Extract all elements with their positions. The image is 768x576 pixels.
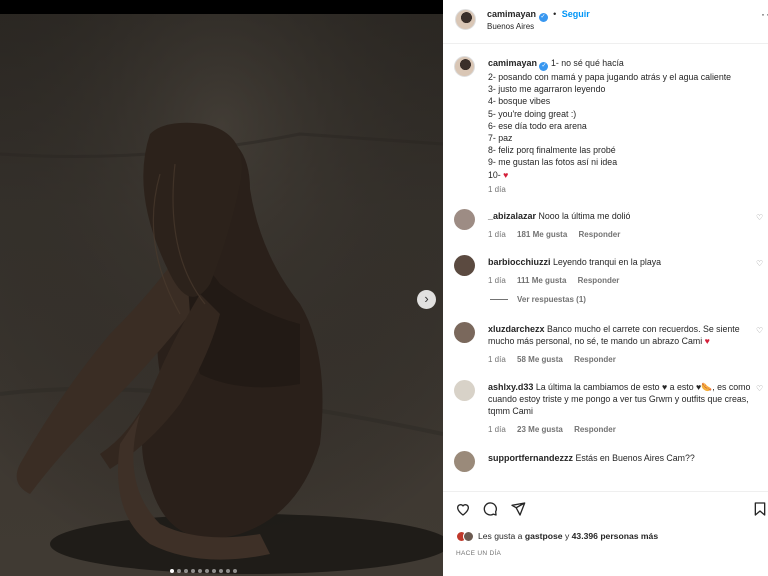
carousel-dot xyxy=(205,569,209,573)
post-photo xyxy=(0,14,443,576)
caption-line: 2- posando con mamá y papa jugando atrás… xyxy=(488,72,732,82)
avatar[interactable] xyxy=(454,209,475,230)
comment-text: Estás en Buenos Aires Cam?? xyxy=(575,453,695,463)
caption-line: 6- ese día todo era arena xyxy=(488,120,587,131)
post-details-panel: camimayan ✓ • Seguir Buenos Aires ··· ca… xyxy=(443,0,768,576)
comment-time[interactable]: 1 día xyxy=(488,230,506,239)
comment-text: Leyendo tranqui en la playa xyxy=(552,257,662,267)
post-timestamp[interactable]: HACE UN DÍA xyxy=(456,550,501,557)
comments-section: camimayan ✓ 1- no sé qué hacía 2- posand… xyxy=(443,44,768,491)
heart-emoji: ♥ xyxy=(503,169,509,180)
carousel-indicator xyxy=(170,569,237,573)
follow-button[interactable]: Seguir xyxy=(562,9,590,19)
reply-button[interactable]: Responder xyxy=(579,230,621,239)
comment-time[interactable]: 1 día xyxy=(488,425,506,434)
comment-username[interactable]: supportfernandezzz xyxy=(488,453,573,463)
carousel-dot xyxy=(226,569,230,573)
caption-line: 8- feliz porq finalmente las probé xyxy=(488,145,616,156)
caption: camimayan ✓ 1- no sé qué hacía 2- posand… xyxy=(488,57,731,196)
caption-line: 9- me gustan las fotos así ni idea xyxy=(488,157,618,168)
liker-avatar xyxy=(463,531,474,542)
post-media: › xyxy=(0,0,443,576)
like-icon[interactable] xyxy=(455,501,471,517)
like-comment-icon[interactable]: ♡ xyxy=(756,213,763,222)
author-username[interactable]: camimayan xyxy=(487,9,536,19)
comment-username[interactable]: xluzdarchezx xyxy=(488,324,545,334)
verified-icon: ✓ xyxy=(539,62,549,71)
divider-line xyxy=(490,299,508,301)
caption-line: 3- justo me agarraron leyendo xyxy=(488,84,606,95)
reply-button[interactable]: Responder xyxy=(574,355,616,364)
caption-line: 7- paz xyxy=(488,133,513,144)
view-replies-label: Ver respuestas (1) xyxy=(517,295,586,304)
heart-emoji: ♥ xyxy=(704,336,710,346)
view-replies-button[interactable]: Ver respuestas (1) xyxy=(490,295,586,304)
likes-middle: y xyxy=(562,531,572,541)
reply-button[interactable]: Responder xyxy=(578,276,620,285)
liker-username[interactable]: gastpose xyxy=(525,531,563,541)
carousel-dot xyxy=(177,569,181,573)
comment-icon[interactable] xyxy=(482,501,498,517)
like-comment-icon[interactable]: ♡ xyxy=(756,259,763,268)
comment-likes[interactable]: 111 Me gusta xyxy=(517,276,566,285)
carousel-dot xyxy=(170,569,174,573)
carousel-dot xyxy=(212,569,216,573)
carousel-dot xyxy=(191,569,195,573)
location-link[interactable]: Buenos Aires xyxy=(487,22,534,31)
share-icon[interactable] xyxy=(510,501,526,517)
avatar[interactable] xyxy=(454,451,475,472)
comment-likes[interactable]: 58 Me gusta xyxy=(517,355,563,364)
carousel-dot xyxy=(198,569,202,573)
post-header: camimayan ✓ • Seguir Buenos Aires ··· xyxy=(443,0,768,44)
avatar[interactable] xyxy=(454,56,475,77)
separator-dot: • xyxy=(553,9,557,19)
avatar[interactable] xyxy=(454,322,475,343)
caption-username[interactable]: camimayan xyxy=(488,58,537,68)
like-comment-icon[interactable]: ♡ xyxy=(756,384,763,393)
comment-username[interactable]: ashlxy.d33 xyxy=(488,382,533,392)
comment-text: Nooo la última me dolió xyxy=(538,211,631,221)
comment-username[interactable]: _abizalazar xyxy=(488,211,536,221)
caption-time[interactable]: 1 día xyxy=(488,185,506,194)
save-bookmark-icon[interactable] xyxy=(752,501,768,517)
carousel-dot xyxy=(233,569,237,573)
like-comment-icon[interactable]: ♡ xyxy=(756,326,763,335)
caption-line: 1- no sé qué hacía xyxy=(550,58,624,68)
carousel-dot xyxy=(184,569,188,573)
carousel-dot xyxy=(219,569,223,573)
top-strip xyxy=(0,0,443,14)
likes-count[interactable]: 43.396 personas más xyxy=(572,531,658,541)
caption-line: 10- xyxy=(488,169,504,180)
reply-button[interactable]: Responder xyxy=(574,425,616,434)
likes-summary[interactable]: Les gusta a gastpose y 43.396 personas m… xyxy=(456,531,658,542)
post-actions: Les gusta a gastpose y 43.396 personas m… xyxy=(443,491,768,576)
verified-icon: ✓ xyxy=(538,13,548,22)
more-options-icon[interactable]: ··· xyxy=(761,7,768,21)
comment-likes[interactable]: 23 Me gusta xyxy=(517,425,563,434)
caption-line: 5- you're doing great :) xyxy=(488,108,577,119)
caption-line: 4- bosque vibes xyxy=(488,96,551,107)
next-photo-button[interactable]: › xyxy=(417,290,436,309)
avatar[interactable] xyxy=(454,255,475,276)
comment-username[interactable]: barbiocchiuzzi xyxy=(488,257,551,267)
comment-time[interactable]: 1 día xyxy=(488,276,506,285)
avatar[interactable] xyxy=(455,9,476,30)
comment-time[interactable]: 1 día xyxy=(488,355,506,364)
avatar[interactable] xyxy=(454,380,475,401)
comment-likes[interactable]: 181 Me gusta xyxy=(517,230,567,239)
likes-prefix: Les gusta a xyxy=(478,531,525,541)
